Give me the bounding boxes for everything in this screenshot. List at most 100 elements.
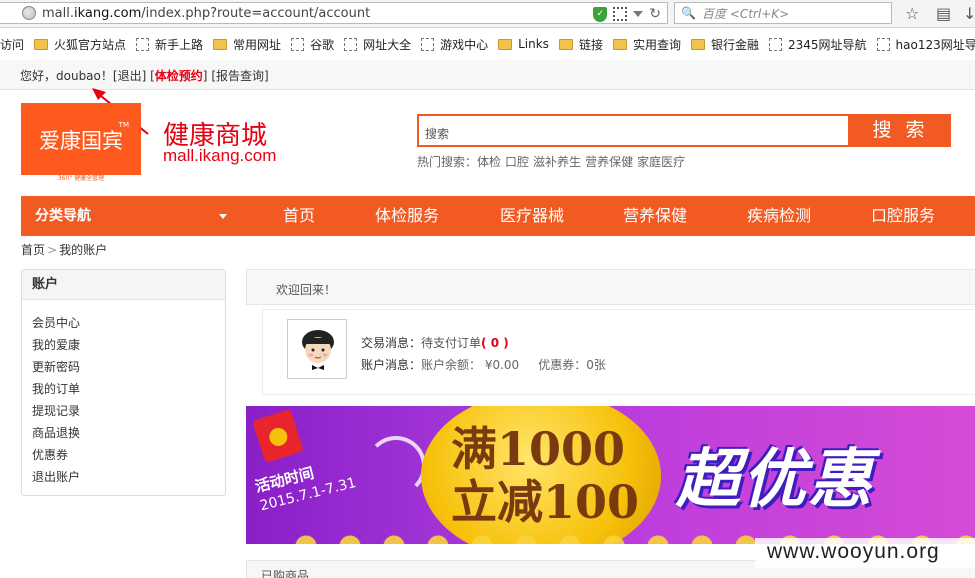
sidebar-item-returns[interactable]: 商品退换 — [32, 422, 225, 444]
page-icon — [876, 37, 890, 51]
search-button[interactable]: 搜 索 — [850, 114, 951, 147]
bookmark-item[interactable]: 访问 — [0, 36, 24, 53]
coupon-count: 优惠券：0张 — [538, 358, 606, 372]
page-icon — [291, 37, 305, 51]
trade-message: 交易消息：待支付订单( 0 ) — [361, 336, 509, 350]
hot-search-link[interactable]: 体检 — [477, 155, 501, 169]
sidebar-item-member-center[interactable]: 会员中心 — [32, 312, 225, 334]
logout-link[interactable]: [退出] — [113, 69, 146, 83]
qr-code-icon[interactable] — [613, 7, 628, 21]
bookmark-label: 火狐官方站点 — [54, 37, 127, 52]
bookmark-item[interactable]: hao123网址导航 — [876, 36, 975, 53]
page-icon — [136, 37, 150, 51]
bookmark-label: 实用查询 — [632, 37, 681, 52]
greeting: 您好，doubao！[退出] [体检预约] [报告查询] — [20, 69, 269, 83]
bookmark-item[interactable]: 游戏中心 — [421, 36, 488, 53]
folder-icon — [612, 38, 627, 50]
nav-home[interactable]: 首页 — [283, 196, 315, 236]
reload-icon[interactable]: ↻ — [649, 6, 661, 22]
bookmark-label: 新手上路 — [155, 37, 204, 52]
top-info-bar: 您好，doubao！[退出] [体检预约] [报告查询] — [0, 60, 975, 90]
hot-searches: 热门搜索：体检 口腔 滋补养生 营养保健 家庭医疗 — [417, 155, 686, 169]
sidebar-item-my-orders[interactable]: 我的订单 — [32, 378, 225, 400]
globe-icon — [22, 6, 36, 20]
avatar[interactable] — [287, 319, 347, 379]
bookmark-label: 谷歌 — [310, 37, 335, 52]
balance: 账户余额： ¥0.00 — [421, 358, 520, 372]
dropdown-arrow-icon[interactable] — [633, 11, 644, 17]
promo-discount: 立减100 — [451, 475, 640, 529]
page-icon — [421, 37, 435, 51]
sidebar-item-withdrawals[interactable]: 提现记录 — [32, 400, 225, 422]
folder-icon — [558, 38, 573, 50]
account-summary — [262, 309, 975, 395]
folder-icon — [34, 38, 49, 50]
nav-disease-test[interactable]: 疾病检测 — [747, 196, 811, 236]
bookmark-item[interactable]: 常用网址 — [213, 36, 281, 53]
welcome-text: 欢迎回来！ — [276, 283, 337, 297]
browser-search-box[interactable]: 🔍 百度 <Ctrl+K> — [674, 2, 892, 24]
bookmark-label: 2345网址导航 — [787, 37, 867, 52]
hot-search-link[interactable]: 口腔 — [505, 155, 529, 169]
star-icon[interactable]: ☆ — [905, 4, 919, 23]
bookmark-item[interactable]: 新手上路 — [136, 36, 203, 53]
bookmark-item[interactable]: 谷歌 — [291, 36, 334, 53]
bookmark-item[interactable]: 链接 — [558, 36, 603, 53]
clipboard-icon[interactable]: ▤ — [936, 4, 951, 23]
address-text[interactable]: mall.ikang.com/index.php?route=account/a… — [42, 6, 370, 21]
breadcrumb: 首页 > 我的账户 — [21, 243, 108, 257]
appointment-link[interactable]: 体检预约 — [155, 69, 203, 83]
bookmark-label: 银行金融 — [710, 37, 759, 52]
bookmark-label: 链接 — [578, 37, 603, 52]
bookmark-item[interactable]: 2345网址导航 — [768, 36, 867, 53]
site-search-input[interactable]: 搜索 — [417, 114, 850, 147]
nav-devices[interactable]: 医疗器械 — [500, 196, 564, 236]
promo-slogan: 超优惠 — [676, 443, 874, 517]
sidebar-item-coupons[interactable]: 优惠券 — [32, 444, 225, 466]
download-icon[interactable]: ↓ — [963, 4, 975, 23]
sidebar-item-logout[interactable]: 退出账户 — [32, 466, 225, 488]
watermark: www.wooyun.org — [755, 538, 975, 568]
hot-search-link[interactable]: 家庭医疗 — [637, 155, 685, 169]
browser-toolbar: mall.ikang.com/index.php?route=account/a… — [0, 0, 975, 28]
bookmark-item[interactable]: 银行金融 — [690, 36, 759, 53]
hot-search-link[interactable]: 营养保健 — [585, 155, 633, 169]
avatar-face-icon — [302, 330, 334, 370]
search-icon: 🔍 — [681, 6, 696, 20]
category-nav[interactable]: 分类导航 — [21, 196, 236, 236]
chevron-down-icon — [219, 214, 227, 219]
bookmark-label: 游戏中心 — [440, 37, 489, 52]
bookmark-item[interactable]: 网址大全 — [344, 36, 411, 53]
bookmark-item[interactable]: Links — [498, 37, 549, 51]
bookmark-label: hao123网址导航 — [895, 37, 975, 52]
greeting-text: 您好，doubao！ — [20, 69, 113, 83]
folder-icon — [213, 38, 228, 50]
sidebar-item-update-password[interactable]: 更新密码 — [32, 356, 225, 378]
browser-search-placeholder: 百度 <Ctrl+K> — [701, 6, 790, 21]
report-link[interactable]: [报告查询] — [211, 69, 268, 83]
main-nav: 分类导航 首页 体检服务 医疗器械 营养保健 疾病检测 口腔服务 — [21, 196, 975, 236]
bookmark-item[interactable]: 火狐官方站点 — [34, 36, 126, 53]
pending-orders-count: ( 0 ) — [481, 336, 509, 350]
nav-checkup[interactable]: 体检服务 — [375, 196, 439, 236]
page-icon — [344, 37, 358, 51]
bookmark-label: 网址大全 — [363, 37, 412, 52]
gold-coin: 满1000 立减100 — [421, 406, 661, 544]
nav-nutrition[interactable]: 营养保健 — [623, 196, 687, 236]
folder-icon — [498, 38, 513, 50]
shield-icon[interactable]: ✓ — [593, 6, 608, 22]
pending-orders-link[interactable]: 待支付订单 — [421, 336, 481, 350]
folder-icon — [690, 38, 705, 50]
logo[interactable]: 爱康国宾 TM 360° 健康全管理 — [21, 103, 141, 183]
sidebar-title: 账户 — [22, 270, 225, 300]
sidebar-item-my-ikang[interactable]: 我的爱康 — [32, 334, 225, 356]
bookmark-label: 常用网址 — [233, 37, 282, 52]
nav-dental[interactable]: 口腔服务 — [871, 196, 935, 236]
address-bar[interactable]: mall.ikang.com/index.php?route=account/a… — [0, 2, 668, 24]
bookmark-item[interactable]: 实用查询 — [612, 36, 681, 53]
hot-search-link[interactable]: 滋补养生 — [533, 155, 581, 169]
breadcrumb-home[interactable]: 首页 — [21, 243, 45, 257]
account-message: 账户消息：账户余额： ¥0.00 优惠券：0张 — [361, 358, 606, 372]
breadcrumb-current: 我的账户 — [59, 243, 108, 257]
promo-banner[interactable]: 活动时间 2015.7.1-7.31 满1000 立减100 超优惠 — [246, 406, 975, 544]
